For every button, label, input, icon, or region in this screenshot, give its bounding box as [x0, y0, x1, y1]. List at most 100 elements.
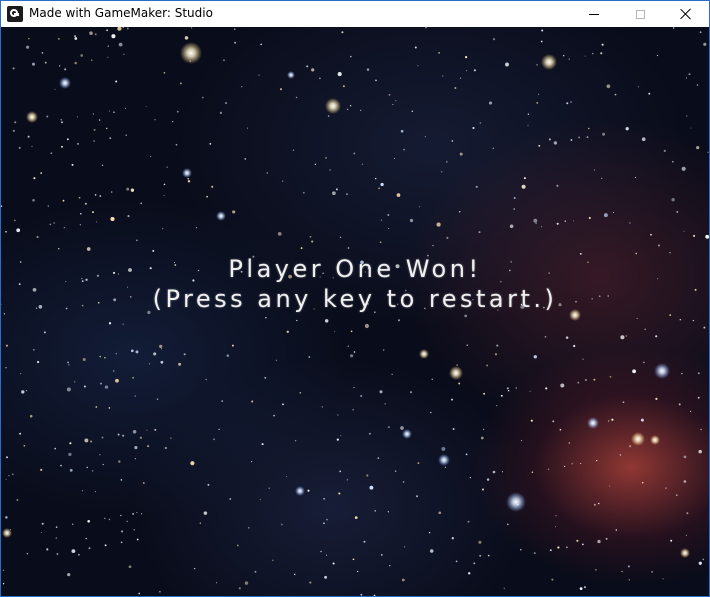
star — [436, 222, 441, 227]
star — [140, 202, 143, 205]
star — [686, 512, 689, 515]
star — [579, 462, 582, 465]
star — [309, 581, 312, 584]
star — [515, 387, 518, 389]
star — [698, 561, 702, 565]
star — [699, 31, 702, 34]
star — [438, 52, 440, 54]
star — [382, 349, 385, 351]
star — [61, 145, 63, 148]
star — [650, 233, 652, 236]
star — [95, 491, 97, 493]
star — [90, 440, 93, 443]
star — [565, 336, 569, 339]
star — [472, 126, 475, 130]
star — [464, 314, 468, 318]
bright-star — [325, 98, 341, 114]
star — [134, 458, 136, 460]
star — [108, 518, 111, 521]
star — [190, 27, 193, 29]
star — [683, 230, 685, 232]
star — [492, 470, 496, 474]
star — [55, 537, 57, 539]
star — [669, 251, 671, 254]
star — [221, 400, 223, 402]
star — [251, 400, 254, 403]
star — [560, 383, 565, 388]
star — [261, 443, 264, 446]
star — [107, 56, 109, 58]
star — [369, 485, 374, 490]
bright-star — [216, 211, 226, 221]
star — [184, 36, 189, 40]
star — [28, 37, 30, 40]
bright-star — [631, 432, 645, 446]
star — [685, 77, 688, 79]
star — [643, 361, 645, 364]
star — [59, 65, 61, 67]
star — [521, 184, 526, 189]
star — [584, 378, 587, 382]
star — [110, 191, 113, 193]
bright-star — [419, 349, 429, 359]
star — [678, 403, 681, 406]
star — [703, 326, 706, 329]
star — [14, 121, 17, 124]
star — [271, 559, 274, 562]
star — [106, 29, 108, 32]
star — [552, 420, 555, 423]
star — [250, 460, 253, 463]
star — [11, 473, 14, 476]
star — [527, 113, 530, 115]
star — [219, 111, 222, 114]
star — [595, 569, 597, 571]
star — [248, 527, 250, 529]
bright-star — [180, 42, 202, 64]
star — [87, 519, 91, 523]
star — [690, 127, 692, 129]
star — [384, 403, 386, 405]
star — [93, 140, 95, 142]
star — [579, 587, 583, 590]
star — [696, 84, 699, 86]
maximize-button[interactable] — [617, 1, 663, 27]
star — [601, 177, 603, 179]
star — [387, 214, 390, 216]
star — [681, 166, 686, 171]
star — [126, 27, 129, 30]
star — [478, 540, 482, 544]
star — [78, 553, 80, 556]
gamemaker-icon[interactable] — [7, 6, 23, 22]
star — [387, 426, 390, 429]
star — [104, 517, 106, 520]
star — [366, 68, 370, 71]
star — [509, 224, 514, 229]
star — [120, 479, 123, 481]
star — [102, 463, 104, 466]
star — [679, 318, 682, 321]
star — [133, 529, 135, 531]
star — [71, 523, 74, 525]
game-canvas[interactable]: Player One Won! (Press any key to restar… — [1, 27, 709, 596]
star — [681, 372, 683, 375]
star — [602, 132, 606, 136]
star — [117, 27, 122, 31]
star — [142, 482, 145, 484]
star — [54, 88, 56, 90]
star — [363, 540, 366, 543]
star — [319, 77, 321, 80]
star — [111, 34, 116, 39]
close-button[interactable] — [663, 1, 709, 27]
star — [241, 85, 243, 88]
title-bar[interactable]: Made with GameMaker: Studio — [1, 1, 709, 27]
star — [388, 227, 390, 230]
star — [58, 248, 60, 250]
star — [346, 193, 348, 196]
star — [409, 391, 413, 394]
star — [327, 115, 330, 117]
minimize-button[interactable] — [571, 1, 617, 27]
bright-star — [587, 417, 599, 429]
star — [134, 395, 136, 397]
star — [82, 358, 86, 361]
star — [388, 93, 391, 96]
